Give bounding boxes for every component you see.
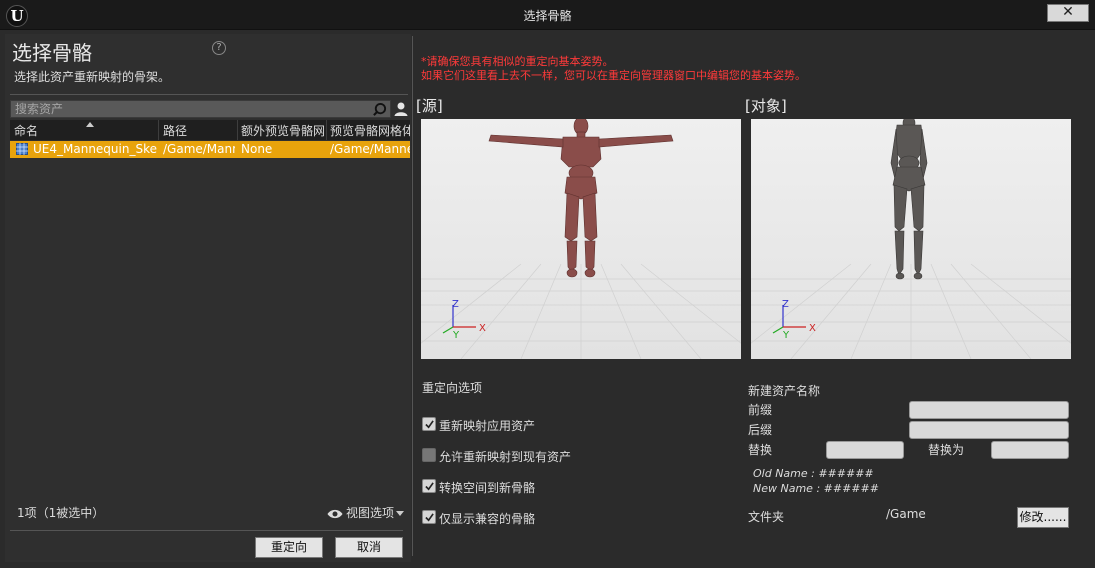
replace-label: 替换 bbox=[748, 443, 773, 457]
view-options-button[interactable]: 视图选项 bbox=[327, 504, 405, 521]
checkbox-label: 仅显示兼容的骨骼 bbox=[439, 512, 536, 526]
row-name: UE4_Mannequin_Skele bbox=[33, 142, 158, 156]
replace-with-label: 替换为 bbox=[928, 443, 965, 457]
checkbox-label: 重新映射应用资产 bbox=[439, 419, 536, 433]
panel-subtitle: 选择此资产重新映射的骨架。 bbox=[14, 70, 171, 84]
panel-heading: 选择骨骼 bbox=[12, 41, 92, 65]
folder-label: 文件夹 bbox=[748, 510, 785, 524]
column-header-name[interactable]: 命名 bbox=[14, 122, 154, 139]
axis-x-label: X bbox=[809, 323, 816, 334]
checkmark-icon bbox=[425, 420, 434, 429]
close-button[interactable]: ✕ bbox=[1047, 4, 1089, 22]
table-row[interactable]: UE4_Mannequin_Skele /Game/Manr None /Gam… bbox=[10, 141, 410, 158]
source-viewport[interactable]: Z X Y bbox=[421, 119, 741, 359]
source-label: [源] bbox=[416, 97, 443, 115]
checkbox[interactable] bbox=[422, 417, 436, 431]
checkmark-icon bbox=[425, 482, 434, 491]
old-name-preview: Old Name : ###### bbox=[753, 467, 874, 480]
help-icon[interactable]: ? bbox=[212, 41, 226, 55]
row-path: /Game/Manr bbox=[163, 142, 235, 156]
modify-folder-button[interactable]: 修改...... bbox=[1017, 507, 1069, 528]
asset-table-header: 命名 路径 额外预览骨骼网 预览骨骼网格体 bbox=[10, 120, 410, 140]
item-count: 1项（1被选中） bbox=[17, 506, 105, 520]
divider bbox=[10, 94, 408, 95]
axis-y-label: Y bbox=[452, 330, 460, 341]
search-input[interactable] bbox=[11, 101, 371, 117]
checkbox[interactable] bbox=[422, 510, 436, 524]
checkbox[interactable] bbox=[422, 479, 436, 493]
suffix-label: 后缀 bbox=[748, 423, 773, 437]
checkbox-label: 允许重新映射到现有资产 bbox=[439, 450, 572, 464]
window-title: 选择骨骼 bbox=[523, 9, 572, 23]
search-box bbox=[10, 100, 391, 118]
eye-icon bbox=[327, 509, 343, 518]
target-viewport[interactable]: Z X Y bbox=[751, 119, 1071, 359]
sort-ascending-icon bbox=[86, 122, 94, 127]
view-options-label: 视图选项 bbox=[346, 506, 395, 520]
column-divider[interactable] bbox=[326, 120, 327, 140]
skeleton-asset-icon bbox=[16, 143, 28, 155]
new-name-preview: New Name : ###### bbox=[753, 482, 879, 495]
pose-warning: *请确保您具有相似的重定向基本姿势。 如果它们这里看上去不一样，您可以在重定向管… bbox=[421, 55, 806, 83]
checkmark-icon bbox=[425, 513, 434, 522]
axis-z-label: Z bbox=[782, 299, 789, 310]
row-extra-preview: None bbox=[241, 142, 273, 156]
panel-splitter[interactable] bbox=[412, 36, 413, 556]
new-asset-name-title: 新建资产名称 bbox=[748, 384, 821, 398]
search-icon[interactable] bbox=[372, 102, 387, 117]
axis-y-label: Y bbox=[782, 330, 790, 341]
column-header-extra-preview[interactable]: 额外预览骨骼网 bbox=[241, 122, 325, 139]
retarget-preview-panel: *请确保您具有相似的重定向基本姿势。 如果它们这里看上去不一样，您可以在重定向管… bbox=[414, 34, 1090, 562]
target-label: [对象] bbox=[745, 97, 787, 115]
column-divider[interactable] bbox=[237, 120, 238, 140]
prefix-input[interactable] bbox=[909, 401, 1069, 419]
chevron-down-icon bbox=[396, 511, 405, 516]
replace-with-input[interactable] bbox=[991, 441, 1069, 459]
axis-z-label: Z bbox=[452, 299, 459, 310]
skeleton-picker-panel: 选择骨骼 ? 选择此资产重新映射的骨架。 命名 路径 额外预览骨骼网 预览骨骼网… bbox=[5, 34, 411, 562]
divider bbox=[10, 530, 403, 531]
prefix-label: 前缀 bbox=[748, 403, 773, 417]
checkbox-label: 转换空间到新骨骼 bbox=[439, 481, 536, 495]
title-bar: U 选择骨骼 ✕ bbox=[0, 0, 1095, 30]
row-preview-mesh: /Game/Manne bbox=[330, 142, 410, 156]
column-divider[interactable] bbox=[158, 120, 159, 140]
checkbox[interactable] bbox=[422, 448, 436, 462]
axis-x-label: X bbox=[479, 323, 486, 334]
replace-input[interactable] bbox=[826, 441, 904, 459]
column-header-path[interactable]: 路径 bbox=[163, 122, 235, 139]
column-header-preview-mesh[interactable]: 预览骨骼网格体 bbox=[330, 122, 410, 139]
folder-value: /Game bbox=[886, 507, 926, 521]
retarget-options-title: 重定向选项 bbox=[422, 381, 483, 395]
suffix-input[interactable] bbox=[909, 421, 1069, 439]
user-filter-icon[interactable] bbox=[393, 101, 409, 117]
warning-line: *请确保您具有相似的重定向基本姿势。 bbox=[421, 55, 614, 68]
warning-line: 如果它们这里看上去不一样，您可以在重定向管理器窗口中编辑您的基本姿势。 bbox=[421, 69, 806, 82]
retarget-button[interactable]: 重定向 bbox=[255, 537, 323, 558]
cancel-button[interactable]: 取消 bbox=[335, 537, 403, 558]
